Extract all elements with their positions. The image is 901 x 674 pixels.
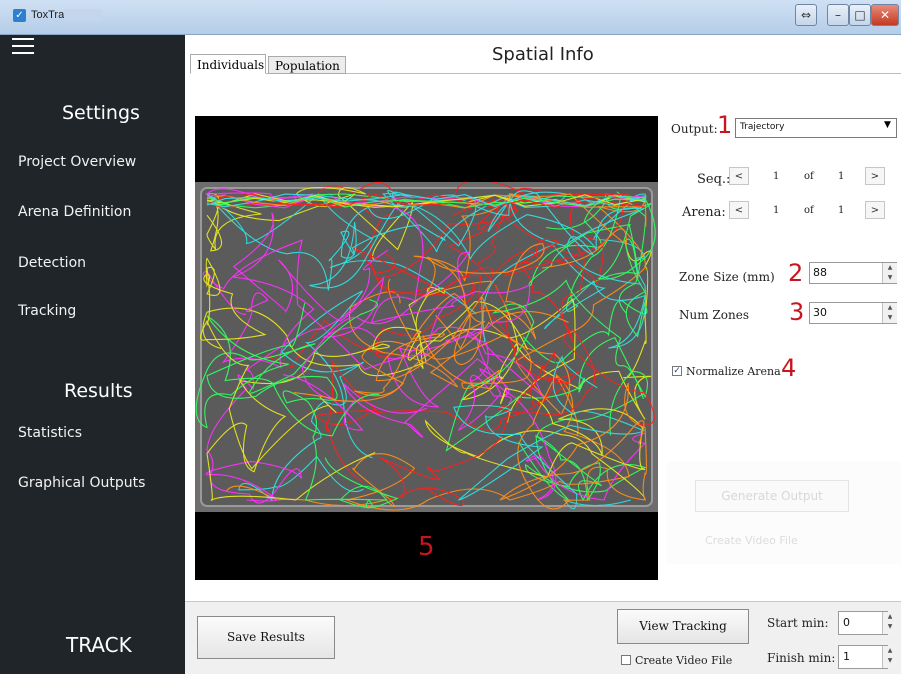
marker-2: 2 [788, 259, 804, 287]
title-bar [0, 0, 901, 35]
create-video-label: Create Video File [635, 654, 733, 667]
sidebar-item-detection[interactable]: Detection [18, 255, 86, 271]
check-icon: ✓ [673, 366, 681, 376]
num-zones-label: Num Zones [679, 308, 749, 322]
arena-prev-button[interactable]: < [729, 201, 749, 219]
start-min-label: Start min: [767, 616, 829, 630]
zone-size-label: Zone Size (mm) [679, 270, 775, 284]
marker-4: 4 [781, 354, 797, 382]
sidebar-item-tracking[interactable]: Tracking [18, 303, 76, 319]
save-results-button[interactable]: Save Results [197, 616, 335, 659]
finish-min-value: 1 [843, 650, 850, 663]
disabled-output-panel [666, 462, 901, 564]
maximize-button[interactable]: □ [849, 4, 871, 26]
seq-total: 1 [838, 171, 845, 182]
tab-population[interactable]: Population [268, 56, 346, 74]
seq-next-button[interactable]: > [865, 167, 885, 185]
arena-current: 1 [773, 205, 780, 216]
start-min-stepper[interactable]: ▲ ▼ [882, 612, 897, 634]
sidebar-heading-results: Results [64, 380, 133, 402]
num-zones-value: 30 [813, 306, 827, 319]
zone-size-stepper[interactable]: ▲ ▼ [882, 263, 897, 283]
generate-output-button[interactable]: Generate Output [695, 480, 849, 512]
hamburger-menu-icon[interactable] [12, 38, 34, 56]
sidebar-item-graphical-outputs[interactable]: Graphical Outputs [18, 475, 145, 491]
chevron-down-icon[interactable]: ▼ [884, 120, 891, 130]
arena-total: 1 [838, 205, 845, 216]
normalize-arena-checkbox[interactable]: ✓ [672, 366, 682, 376]
finish-min-label: Finish min: [767, 651, 836, 665]
seq-prev-button[interactable]: < [729, 167, 749, 185]
zone-size-value: 88 [813, 266, 827, 279]
title-ghost-tab [64, 9, 102, 21]
seq-label: Seq.: [697, 172, 731, 187]
create-video-checkbox[interactable] [621, 655, 631, 665]
finish-min-stepper[interactable]: ▲ ▼ [882, 646, 897, 668]
disabled-create-video-label: Create Video File [705, 534, 798, 547]
tab-individuals[interactable]: Individuals [190, 54, 266, 74]
switch-icon: ⇔ [800, 8, 812, 22]
output-label: Output: [671, 122, 718, 136]
num-zones-stepper[interactable]: ▲ ▼ [882, 303, 897, 323]
output-select-value: Trajectory [740, 122, 785, 132]
sidebar-item-statistics[interactable]: Statistics [18, 425, 82, 441]
close-icon: ✕ [879, 8, 891, 22]
maximize-icon: □ [854, 8, 866, 22]
marker-3: 3 [789, 298, 805, 326]
window-switch-button[interactable]: ⇔ [795, 4, 817, 26]
sidebar-brand: TRACK [66, 633, 132, 657]
page-title: Spatial Info [492, 44, 594, 65]
minimize-icon: – [835, 8, 841, 22]
arena-of: of [804, 205, 814, 216]
arena-label: Arena: [682, 205, 726, 220]
trajectory-image [195, 182, 658, 512]
sidebar [0, 35, 185, 674]
view-tracking-button[interactable]: View Tracking [617, 609, 749, 644]
sidebar-item-project-overview[interactable]: Project Overview [18, 154, 136, 170]
normalize-arena-label: Normalize Arena [686, 365, 781, 378]
arena-next-button[interactable]: > [865, 201, 885, 219]
seq-of: of [804, 171, 814, 182]
app-logo-icon: ✓ [13, 9, 26, 22]
close-button[interactable]: ✕ [871, 4, 899, 26]
bottom-separator [185, 601, 901, 602]
marker-1: 1 [717, 111, 733, 139]
seq-current: 1 [773, 171, 780, 182]
sidebar-heading-settings: Settings [62, 102, 140, 124]
image-marker-5: 5 [418, 532, 435, 562]
sidebar-item-arena-definition[interactable]: Arena Definition [18, 204, 131, 220]
minimize-button[interactable]: – [827, 4, 849, 26]
start-min-value: 0 [843, 616, 850, 629]
